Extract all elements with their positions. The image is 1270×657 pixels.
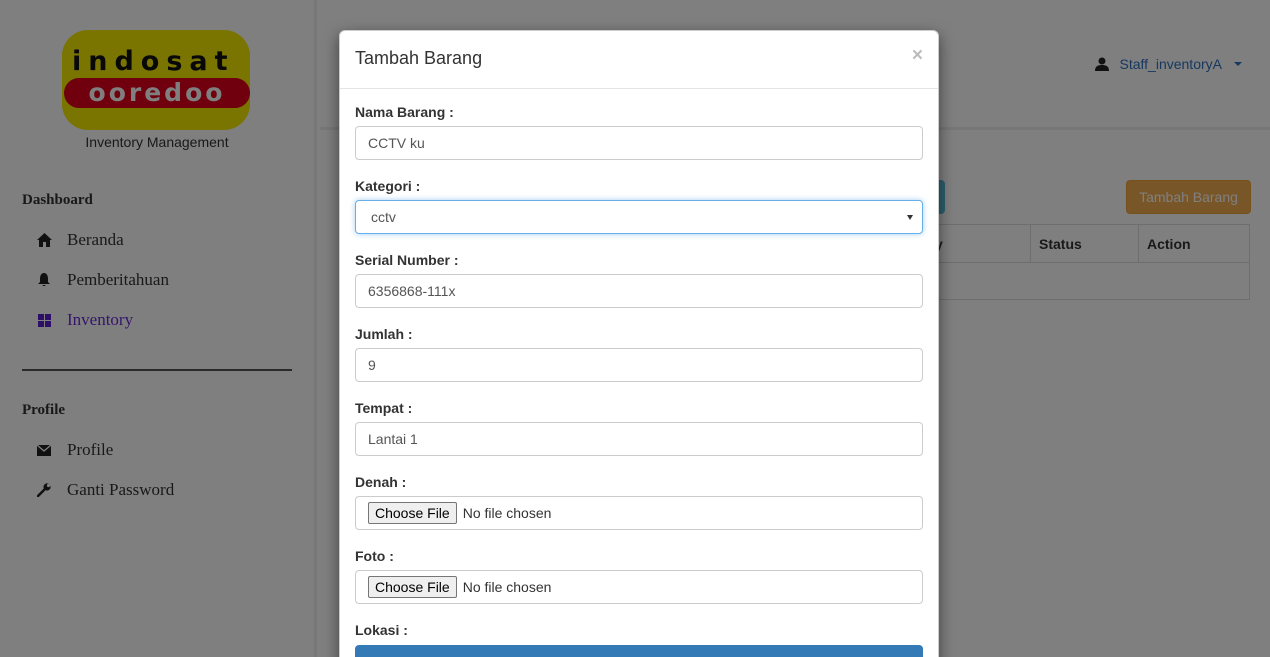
jumlah-value: 9 <box>368 357 376 373</box>
tempat-input[interactable]: Lantai 1 <box>355 422 923 456</box>
tempat-value: Lantai 1 <box>368 431 418 447</box>
denah-file-input[interactable]: Choose File No file chosen <box>355 496 923 530</box>
lokasi-label: Lokasi : <box>355 622 408 638</box>
serial-number-value: 6356868-111x <box>368 283 456 299</box>
serial-number-label: Serial Number : <box>355 252 459 268</box>
foto-choose-file-button[interactable]: Choose File <box>368 576 457 598</box>
nama-barang-label: Nama Barang : <box>355 104 454 120</box>
kategori-label: Kategori : <box>355 178 421 194</box>
tambah-barang-modal: Tambah Barang × Nama Barang : CCTV ku Ka… <box>339 30 939 657</box>
denah-file-status: No file chosen <box>462 505 552 521</box>
kategori-value: cctv <box>371 209 396 225</box>
jumlah-label: Jumlah : <box>355 326 413 342</box>
modal-header: Tambah Barang × <box>340 31 938 89</box>
denah-label: Denah : <box>355 474 407 490</box>
nama-barang-input[interactable]: CCTV ku <box>355 126 923 160</box>
close-icon[interactable]: × <box>912 45 923 67</box>
foto-file-status: No file chosen <box>462 579 552 595</box>
foto-label: Foto : <box>355 548 394 564</box>
serial-number-input[interactable]: 6356868-111x <box>355 274 923 308</box>
jumlah-input[interactable]: 9 <box>355 348 923 382</box>
tempat-label: Tempat : <box>355 400 413 416</box>
set-location-button[interactable]: Set Location <box>355 645 923 657</box>
select-arrow-icon <box>907 214 913 220</box>
kategori-select[interactable]: cctv <box>355 200 923 234</box>
nama-barang-value: CCTV ku <box>368 135 425 151</box>
modal-title: Tambah Barang <box>355 48 483 68</box>
denah-choose-file-button[interactable]: Choose File <box>368 502 457 524</box>
foto-file-input[interactable]: Choose File No file chosen <box>355 570 923 604</box>
